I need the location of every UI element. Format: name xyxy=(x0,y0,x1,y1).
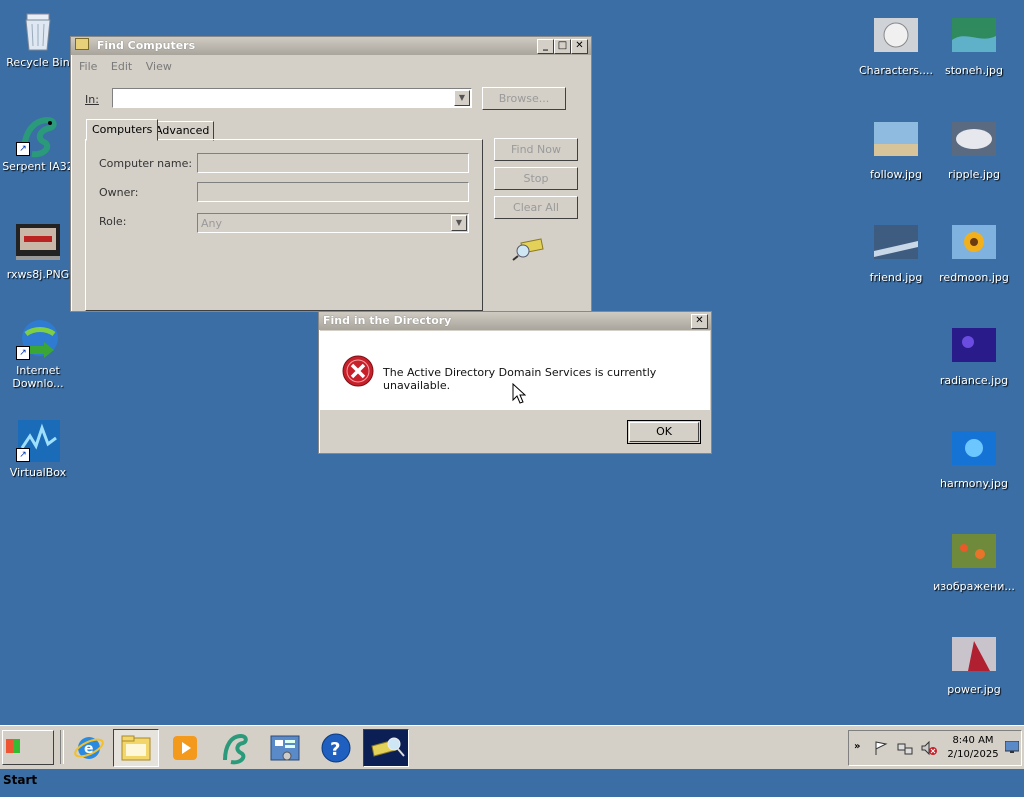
minimize-button[interactable]: _ xyxy=(537,39,554,54)
stoneh-image-icon[interactable]: stoneh.jpg xyxy=(936,16,1012,77)
in-location-field[interactable]: ▼ xyxy=(112,88,472,108)
radiance-label: radiance.jpg xyxy=(939,374,1009,387)
follow-label: follow.jpg xyxy=(870,168,922,181)
ripple-image-icon[interactable]: ripple.jpg xyxy=(936,120,1012,181)
izobrazhenie-image-icon[interactable]: изображени... xyxy=(930,532,1018,593)
windows-logo-icon xyxy=(6,739,20,753)
virtualbox-icon[interactable]: ↗ VirtualBox xyxy=(0,418,76,479)
media-player-icon[interactable] xyxy=(162,729,208,767)
in-label: In: xyxy=(85,93,99,106)
mouse-cursor-icon xyxy=(512,382,527,408)
dialog-close-button[interactable]: ✕ xyxy=(691,314,708,329)
find-now-button[interactable]: Find Now xyxy=(494,138,578,161)
radiance-image-icon[interactable]: radiance.jpg xyxy=(936,326,1012,387)
owner-field[interactable] xyxy=(197,182,469,202)
volume-muted-icon[interactable] xyxy=(921,740,937,759)
virtualbox-label: VirtualBox xyxy=(9,466,67,479)
menu-view[interactable]: View xyxy=(146,60,172,73)
harmony-image-icon[interactable]: harmony.jpg xyxy=(936,429,1012,490)
power-image-icon[interactable]: power.jpg xyxy=(936,635,1012,696)
serpent-taskbar-icon[interactable] xyxy=(212,729,258,767)
internet-download-manager-icon[interactable]: ↗ Internet Downlo... xyxy=(0,316,76,390)
clock-time[interactable]: 8:40 AM xyxy=(947,734,999,748)
recycle-bin-icon[interactable]: Recycle Bin xyxy=(0,8,76,69)
role-select[interactable]: Any ▼ xyxy=(197,213,469,233)
taskbar: Start e ? » 8:40 AM 2/10/2025 xyxy=(0,725,1024,787)
follow-image-icon[interactable]: follow.jpg xyxy=(858,120,934,181)
error-icon xyxy=(342,355,374,390)
find-computers-window: Find Computers _ □ ✕ File Edit View In: … xyxy=(70,36,592,312)
power-label: power.jpg xyxy=(947,683,1001,696)
clock-date[interactable]: 2/10/2025 xyxy=(947,748,999,762)
ok-button[interactable]: OK xyxy=(627,420,701,444)
start-label: Start xyxy=(3,773,38,787)
role-value: Any xyxy=(201,217,223,230)
maximize-button[interactable]: □ xyxy=(554,39,571,54)
internet-download-label: Internet Downlo... xyxy=(12,364,64,390)
friend-label: friend.jpg xyxy=(869,271,923,284)
find-computers-titlebar[interactable]: Find Computers _ □ ✕ xyxy=(71,37,591,55)
find-computers-taskbar-icon[interactable] xyxy=(363,729,409,767)
menu-file[interactable]: File xyxy=(79,60,97,73)
computer-name-label: Computer name: xyxy=(99,157,193,170)
tab-computers[interactable]: Computers xyxy=(86,119,159,141)
stop-button[interactable]: Stop xyxy=(494,167,578,190)
serpent-label: Serpent IA32 xyxy=(2,160,74,173)
izobrazhenie-label: изображени... xyxy=(933,580,1015,593)
shortcut-arrow-icon: ↗ xyxy=(16,448,30,462)
characters-label: Characters.... xyxy=(858,64,934,77)
ripple-label: ripple.jpg xyxy=(948,168,1000,181)
svg-text:e: e xyxy=(84,741,94,757)
server-manager-icon[interactable] xyxy=(262,729,308,767)
start-button[interactable]: Start xyxy=(2,730,54,787)
dialog-title: Find in the Directory xyxy=(323,314,452,327)
redmoon-label: redmoon.jpg xyxy=(939,271,1009,284)
system-tray: » 8:40 AM 2/10/2025 xyxy=(848,730,1022,766)
computer-name-field[interactable] xyxy=(197,153,469,173)
error-message: The Active Directory Domain Services is … xyxy=(383,366,657,392)
menu-edit[interactable]: Edit xyxy=(111,60,132,73)
ok-label: OK xyxy=(629,422,699,442)
clear-all-button[interactable]: Clear All xyxy=(494,196,578,219)
redmoon-image-icon[interactable]: redmoon.jpg xyxy=(936,223,1012,284)
stoneh-label: stoneh.jpg xyxy=(944,64,1003,77)
menu-bar: File Edit View xyxy=(79,60,182,73)
help-icon[interactable]: ? xyxy=(313,729,359,767)
find-window-title: Find Computers xyxy=(96,39,196,52)
find-window-icon xyxy=(75,38,89,50)
close-button[interactable]: ✕ xyxy=(571,39,588,54)
serpent-ia32-icon[interactable]: ↗ Serpent IA32 xyxy=(0,112,76,173)
search-magnifier-icon xyxy=(511,235,545,264)
chevron-down-icon[interactable]: ▼ xyxy=(451,215,467,231)
action-center-flag-icon[interactable] xyxy=(873,740,889,759)
explorer-folder-icon[interactable] xyxy=(113,729,159,767)
show-hidden-icons-chevron-icon[interactable]: » xyxy=(854,741,860,752)
svg-text:?: ? xyxy=(330,739,340,760)
chevron-down-icon[interactable]: ▼ xyxy=(454,90,470,106)
shortcut-arrow-icon: ↗ xyxy=(16,142,30,156)
taskbar-divider xyxy=(60,730,64,764)
role-label: Role: xyxy=(99,215,127,228)
shortcut-arrow-icon: ↗ xyxy=(16,346,30,360)
recycle-bin-label: Recycle Bin xyxy=(6,56,70,69)
internet-explorer-icon[interactable]: e xyxy=(66,729,112,767)
rxws8j-label: rxws8j.PNG xyxy=(6,268,70,281)
tab-advanced[interactable]: Advanced xyxy=(150,121,215,141)
dialog-titlebar[interactable]: Find in the Directory ✕ xyxy=(319,312,711,330)
rxws8j-png-icon[interactable]: rxws8j.PNG xyxy=(0,220,76,281)
harmony-label: harmony.jpg xyxy=(940,477,1008,490)
owner-label: Owner: xyxy=(99,186,139,199)
network-icon[interactable] xyxy=(897,740,913,759)
browse-button[interactable]: Browse... xyxy=(482,87,566,110)
friend-image-icon[interactable]: friend.jpg xyxy=(858,223,934,284)
characters-image-icon[interactable]: Characters.... xyxy=(858,16,934,77)
show-desktop-icon[interactable] xyxy=(1004,740,1020,756)
